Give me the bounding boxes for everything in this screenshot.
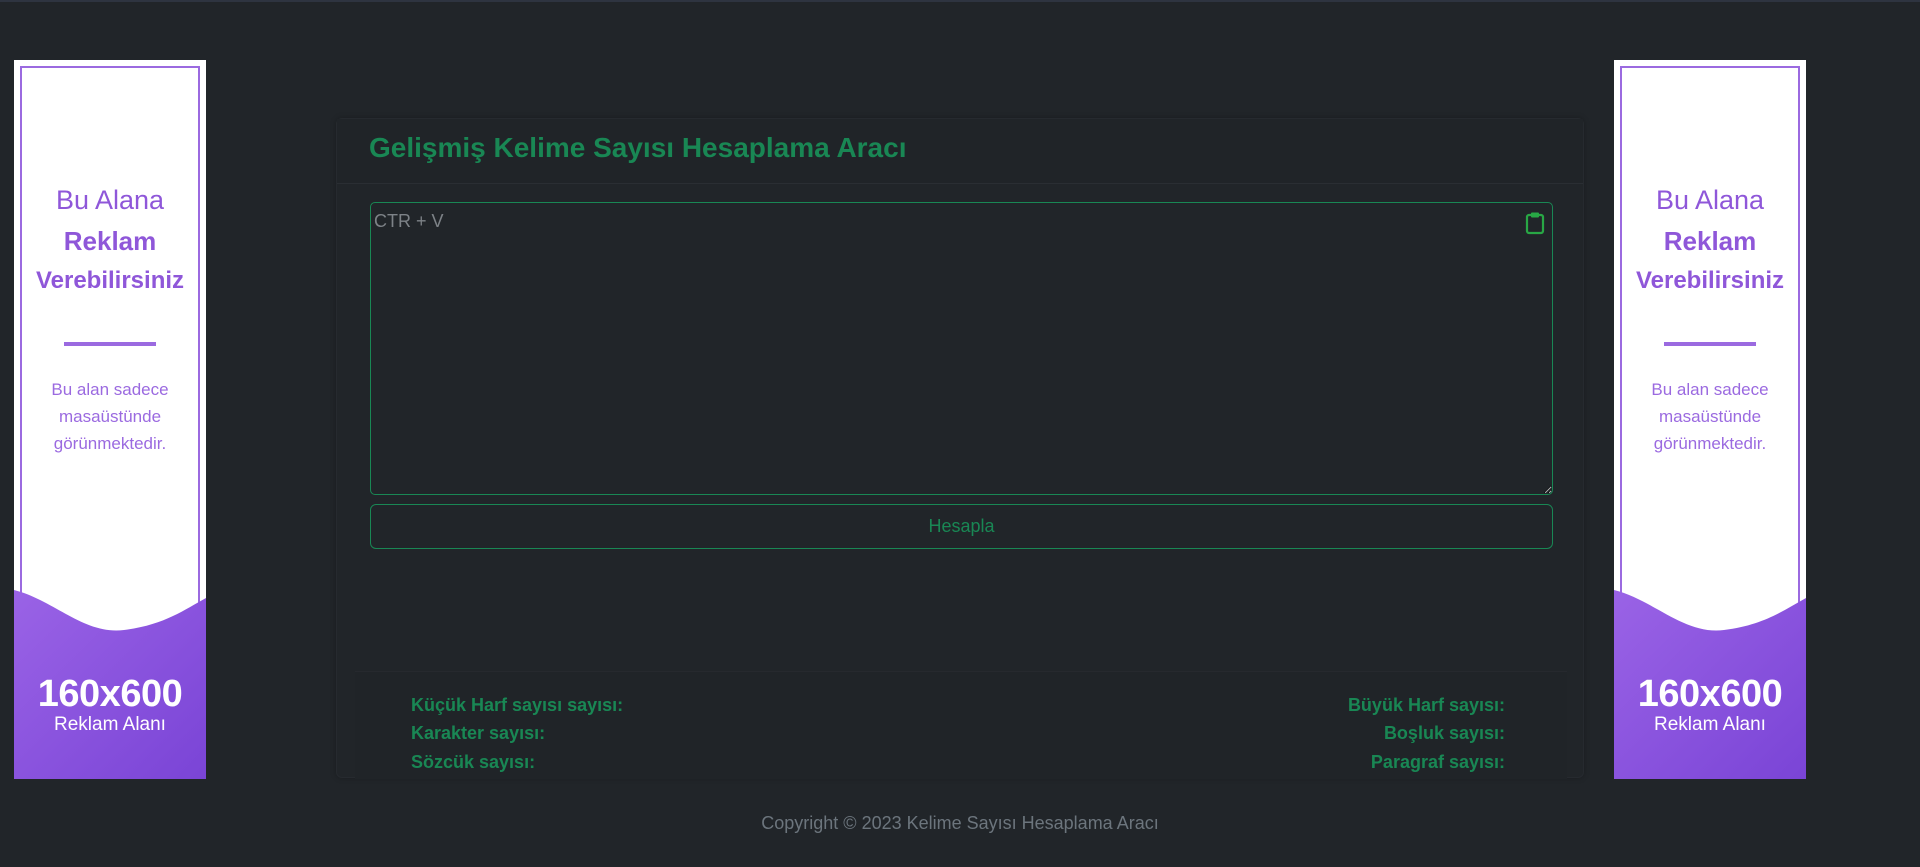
ad-line-3: Verebilirsiniz: [1635, 267, 1785, 294]
word-counter-card: Gelişmiş Kelime Sayısı Hesaplama Aracı H…: [336, 118, 1584, 779]
word-count-label: Sözcük sayısı:: [411, 752, 536, 772]
text-input[interactable]: [370, 202, 1553, 495]
ad-line-1: Bu Alana: [55, 185, 165, 215]
ad-area-label: Reklam Alanı: [54, 714, 166, 735]
clipboard-icon[interactable]: [1524, 211, 1546, 235]
ad-banner-right[interactable]: Bu Alana Reklam Verebilirsiniz Bu alan s…: [1614, 60, 1806, 779]
calculate-button[interactable]: Hesapla: [370, 504, 1553, 549]
card-header: Gelişmiş Kelime Sayısı Hesaplama Aracı: [337, 119, 1583, 184]
ad-size: 160x600: [1637, 673, 1783, 715]
space-count-label: Boşluk sayısı:: [1383, 723, 1505, 743]
character-count-label: Karakter sayısı:: [411, 723, 546, 743]
ad-line-3: Verebilirsiniz: [35, 267, 185, 294]
lowercase-count-label: Küçük Harf sayısı sayısı:: [411, 695, 624, 715]
ad-divider: [1664, 342, 1756, 346]
ad-divider: [64, 342, 156, 346]
ad-line-2: Reklam: [63, 226, 157, 256]
top-border: [0, 0, 1920, 2]
paragraph-count-label: Paragraf sayısı:: [1370, 752, 1505, 772]
page-title: Gelişmiş Kelime Sayısı Hesaplama Aracı: [369, 132, 907, 163]
uppercase-count-label: Büyük Harf sayısı:: [1347, 695, 1505, 715]
ad-banner-left[interactable]: Bu Alana Reklam Verebilirsiniz Bu alan s…: [14, 60, 206, 779]
ad-description: Bu alan sadece masaüstünde görünmektedir…: [1651, 380, 1769, 453]
ad-line-1: Bu Alana: [1655, 185, 1765, 215]
footer-copyright: Copyright © 2023 Kelime Sayısı Hesaplama…: [761, 813, 1159, 833]
ad-size: 160x600: [37, 673, 183, 715]
ad-description: Bu alan sadece masaüstünde görünmektedir…: [51, 380, 169, 453]
ad-line-2: Reklam: [1663, 226, 1757, 256]
ad-area-label: Reklam Alanı: [1654, 714, 1766, 735]
stats-panel: Küçük Harf sayısı sayısı: Büyük Harf say…: [355, 671, 1567, 779]
